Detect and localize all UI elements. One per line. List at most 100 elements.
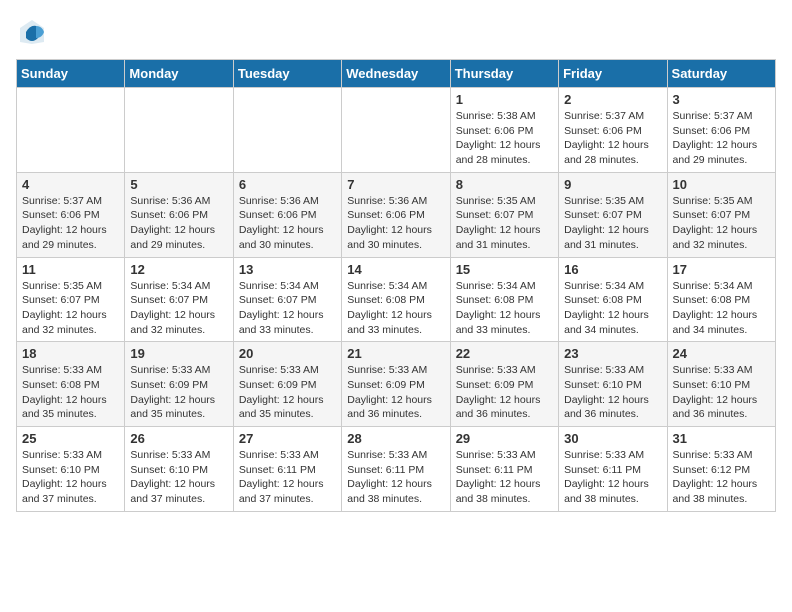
- calendar-cell: 26 Sunrise: 5:33 AM Sunset: 6:10 PM Dayli…: [125, 427, 233, 512]
- day-info: Sunrise: 5:33 AM Sunset: 6:10 PM Dayligh…: [673, 363, 770, 422]
- day-info: Sunrise: 5:34 AM Sunset: 6:08 PM Dayligh…: [456, 279, 553, 338]
- day-number: 24: [673, 346, 770, 361]
- day-number: 16: [564, 262, 661, 277]
- weekday-header-saturday: Saturday: [667, 60, 775, 88]
- calendar-cell: 30 Sunrise: 5:33 AM Sunset: 6:11 PM Dayli…: [559, 427, 667, 512]
- day-number: 26: [130, 431, 227, 446]
- day-info: Sunrise: 5:35 AM Sunset: 6:07 PM Dayligh…: [673, 194, 770, 253]
- day-number: 18: [22, 346, 119, 361]
- day-number: 22: [456, 346, 553, 361]
- day-info: Sunrise: 5:36 AM Sunset: 6:06 PM Dayligh…: [347, 194, 444, 253]
- calendar-cell: 27 Sunrise: 5:33 AM Sunset: 6:11 PM Dayli…: [233, 427, 341, 512]
- day-info: Sunrise: 5:33 AM Sunset: 6:09 PM Dayligh…: [130, 363, 227, 422]
- calendar-cell: 14Sunrise: 5:34 AM Sunset: 6:08 PM Dayli…: [342, 257, 450, 342]
- weekday-header-friday: Friday: [559, 60, 667, 88]
- calendar-cell: 24 Sunrise: 5:33 AM Sunset: 6:10 PM Dayli…: [667, 342, 775, 427]
- day-info: Sunrise: 5:33 AM Sunset: 6:09 PM Dayligh…: [347, 363, 444, 422]
- calendar-cell: 12Sunrise: 5:34 AM Sunset: 6:07 PM Dayli…: [125, 257, 233, 342]
- day-number: 2: [564, 92, 661, 107]
- calendar-cell: 15 Sunrise: 5:34 AM Sunset: 6:08 PM Dayli…: [450, 257, 558, 342]
- logo-icon: [18, 18, 46, 51]
- calendar-cell: 8 Sunrise: 5:35 AM Sunset: 6:07 PM Daylig…: [450, 172, 558, 257]
- calendar-cell: 18 Sunrise: 5:33 AM Sunset: 6:08 PM Dayli…: [17, 342, 125, 427]
- calendar-cell: 1Sunrise: 5:38 AM Sunset: 6:06 PM Daylig…: [450, 88, 558, 173]
- day-info: Sunrise: 5:36 AM Sunset: 6:06 PM Dayligh…: [239, 194, 336, 253]
- day-number: 6: [239, 177, 336, 192]
- day-info: Sunrise: 5:33 AM Sunset: 6:10 PM Dayligh…: [22, 448, 119, 507]
- day-number: 15: [456, 262, 553, 277]
- day-info: Sunrise: 5:33 AM Sunset: 6:08 PM Dayligh…: [22, 363, 119, 422]
- day-number: 8: [456, 177, 553, 192]
- day-info: Sunrise: 5:33 AM Sunset: 6:11 PM Dayligh…: [564, 448, 661, 507]
- calendar-cell: 3 Sunrise: 5:37 AM Sunset: 6:06 PM Daylig…: [667, 88, 775, 173]
- calendar-week-row: 18 Sunrise: 5:33 AM Sunset: 6:08 PM Dayli…: [17, 342, 776, 427]
- calendar-cell: [233, 88, 341, 173]
- weekday-header-tuesday: Tuesday: [233, 60, 341, 88]
- calendar-week-row: 1Sunrise: 5:38 AM Sunset: 6:06 PM Daylig…: [17, 88, 776, 173]
- day-info: Sunrise: 5:37 AM Sunset: 6:06 PM Dayligh…: [673, 109, 770, 168]
- day-number: 9: [564, 177, 661, 192]
- day-info: Sunrise: 5:35 AM Sunset: 6:07 PM Dayligh…: [456, 194, 553, 253]
- day-number: 31: [673, 431, 770, 446]
- weekday-header-thursday: Thursday: [450, 60, 558, 88]
- day-info: Sunrise: 5:34 AM Sunset: 6:07 PM Dayligh…: [239, 279, 336, 338]
- day-number: 30: [564, 431, 661, 446]
- day-number: 3: [673, 92, 770, 107]
- calendar-cell: 31 Sunrise: 5:33 AM Sunset: 6:12 PM Dayli…: [667, 427, 775, 512]
- page-header: [16, 16, 776, 51]
- calendar-cell: 11Sunrise: 5:35 AM Sunset: 6:07 PM Dayli…: [17, 257, 125, 342]
- calendar-table: SundayMondayTuesdayWednesdayThursdayFrid…: [16, 59, 776, 512]
- day-info: Sunrise: 5:33 AM Sunset: 6:12 PM Dayligh…: [673, 448, 770, 507]
- day-info: Sunrise: 5:35 AM Sunset: 6:07 PM Dayligh…: [564, 194, 661, 253]
- calendar-cell: 2 Sunrise: 5:37 AM Sunset: 6:06 PM Daylig…: [559, 88, 667, 173]
- calendar-cell: [17, 88, 125, 173]
- calendar-week-row: 25 Sunrise: 5:33 AM Sunset: 6:10 PM Dayli…: [17, 427, 776, 512]
- calendar-cell: 4Sunrise: 5:37 AM Sunset: 6:06 PM Daylig…: [17, 172, 125, 257]
- calendar-cell: 19 Sunrise: 5:33 AM Sunset: 6:09 PM Dayli…: [125, 342, 233, 427]
- day-info: Sunrise: 5:34 AM Sunset: 6:08 PM Dayligh…: [673, 279, 770, 338]
- day-number: 13: [239, 262, 336, 277]
- day-number: 19: [130, 346, 227, 361]
- calendar-cell: 17 Sunrise: 5:34 AM Sunset: 6:08 PM Dayli…: [667, 257, 775, 342]
- day-number: 23: [564, 346, 661, 361]
- day-number: 29: [456, 431, 553, 446]
- calendar-cell: 13 Sunrise: 5:34 AM Sunset: 6:07 PM Dayli…: [233, 257, 341, 342]
- calendar-cell: 28Sunrise: 5:33 AM Sunset: 6:11 PM Dayli…: [342, 427, 450, 512]
- calendar-cell: 23 Sunrise: 5:33 AM Sunset: 6:10 PM Dayli…: [559, 342, 667, 427]
- day-info: Sunrise: 5:33 AM Sunset: 6:09 PM Dayligh…: [456, 363, 553, 422]
- day-number: 14: [347, 262, 444, 277]
- day-info: Sunrise: 5:33 AM Sunset: 6:10 PM Dayligh…: [130, 448, 227, 507]
- calendar-cell: 10 Sunrise: 5:35 AM Sunset: 6:07 PM Dayli…: [667, 172, 775, 257]
- day-info: Sunrise: 5:37 AM Sunset: 6:06 PM Dayligh…: [564, 109, 661, 168]
- day-info: Sunrise: 5:38 AM Sunset: 6:06 PM Dayligh…: [456, 109, 553, 168]
- day-info: Sunrise: 5:37 AM Sunset: 6:06 PM Dayligh…: [22, 194, 119, 253]
- day-number: 21: [347, 346, 444, 361]
- weekday-header-sunday: Sunday: [17, 60, 125, 88]
- weekday-header-wednesday: Wednesday: [342, 60, 450, 88]
- calendar-cell: 6 Sunrise: 5:36 AM Sunset: 6:06 PM Daylig…: [233, 172, 341, 257]
- calendar-cell: 5Sunrise: 5:36 AM Sunset: 6:06 PM Daylig…: [125, 172, 233, 257]
- day-info: Sunrise: 5:33 AM Sunset: 6:11 PM Dayligh…: [239, 448, 336, 507]
- day-number: 7: [347, 177, 444, 192]
- day-info: Sunrise: 5:36 AM Sunset: 6:06 PM Dayligh…: [130, 194, 227, 253]
- calendar-cell: [125, 88, 233, 173]
- calendar-cell: 29Sunrise: 5:33 AM Sunset: 6:11 PM Dayli…: [450, 427, 558, 512]
- day-info: Sunrise: 5:33 AM Sunset: 6:10 PM Dayligh…: [564, 363, 661, 422]
- calendar-cell: 20 Sunrise: 5:33 AM Sunset: 6:09 PM Dayli…: [233, 342, 341, 427]
- calendar-week-row: 4Sunrise: 5:37 AM Sunset: 6:06 PM Daylig…: [17, 172, 776, 257]
- calendar-cell: 25 Sunrise: 5:33 AM Sunset: 6:10 PM Dayli…: [17, 427, 125, 512]
- day-number: 20: [239, 346, 336, 361]
- calendar-cell: 21 Sunrise: 5:33 AM Sunset: 6:09 PM Dayli…: [342, 342, 450, 427]
- calendar-cell: [342, 88, 450, 173]
- day-number: 25: [22, 431, 119, 446]
- day-number: 17: [673, 262, 770, 277]
- day-info: Sunrise: 5:33 AM Sunset: 6:09 PM Dayligh…: [239, 363, 336, 422]
- weekday-header-row: SundayMondayTuesdayWednesdayThursdayFrid…: [17, 60, 776, 88]
- day-info: Sunrise: 5:34 AM Sunset: 6:08 PM Dayligh…: [564, 279, 661, 338]
- day-number: 10: [673, 177, 770, 192]
- logo: [16, 16, 46, 51]
- day-number: 28: [347, 431, 444, 446]
- day-number: 27: [239, 431, 336, 446]
- day-info: Sunrise: 5:34 AM Sunset: 6:07 PM Dayligh…: [130, 279, 227, 338]
- calendar-cell: 16 Sunrise: 5:34 AM Sunset: 6:08 PM Dayli…: [559, 257, 667, 342]
